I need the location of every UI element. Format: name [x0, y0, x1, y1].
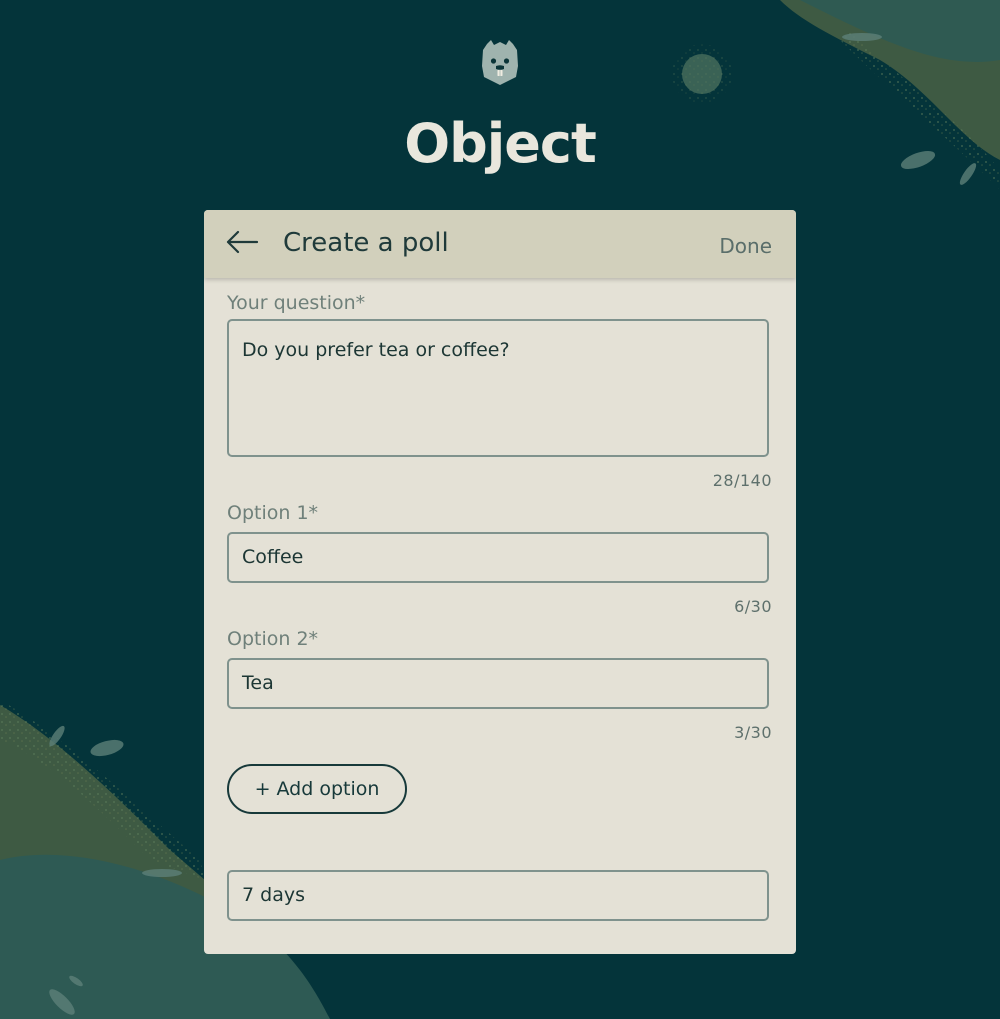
card-header: Create a poll Done	[204, 210, 796, 278]
question-value: Do you prefer tea or coffee?	[242, 339, 510, 361]
option-1-char-counter: 6/30	[734, 597, 772, 616]
question-label: Your question*	[227, 292, 366, 314]
back-button[interactable]	[220, 224, 264, 264]
beaver-logo-icon	[478, 36, 522, 86]
option-1-value: Coffee	[242, 546, 304, 568]
duration-select[interactable]: 7 days	[227, 870, 769, 921]
option-1-label: Option 1*	[227, 502, 319, 524]
option-2-input[interactable]: Tea	[227, 658, 769, 709]
arrow-left-icon	[225, 230, 259, 258]
option-2-char-counter: 3/30	[734, 723, 772, 742]
option-2-value: Tea	[242, 672, 274, 694]
add-option-button[interactable]: + Add option	[227, 764, 407, 814]
duration-value: 7 days	[242, 884, 305, 906]
done-button[interactable]: Done	[719, 234, 772, 258]
header-title: Create a poll	[283, 228, 449, 258]
question-textarea[interactable]: Do you prefer tea or coffee?	[227, 319, 769, 457]
option-1-input[interactable]: Coffee	[227, 532, 769, 583]
option-2-label: Option 2*	[227, 628, 319, 650]
app-title: Object	[404, 112, 597, 175]
question-char-counter: 28/140	[712, 471, 772, 490]
create-poll-card: Create a poll Done Your question* Do you…	[204, 210, 796, 954]
